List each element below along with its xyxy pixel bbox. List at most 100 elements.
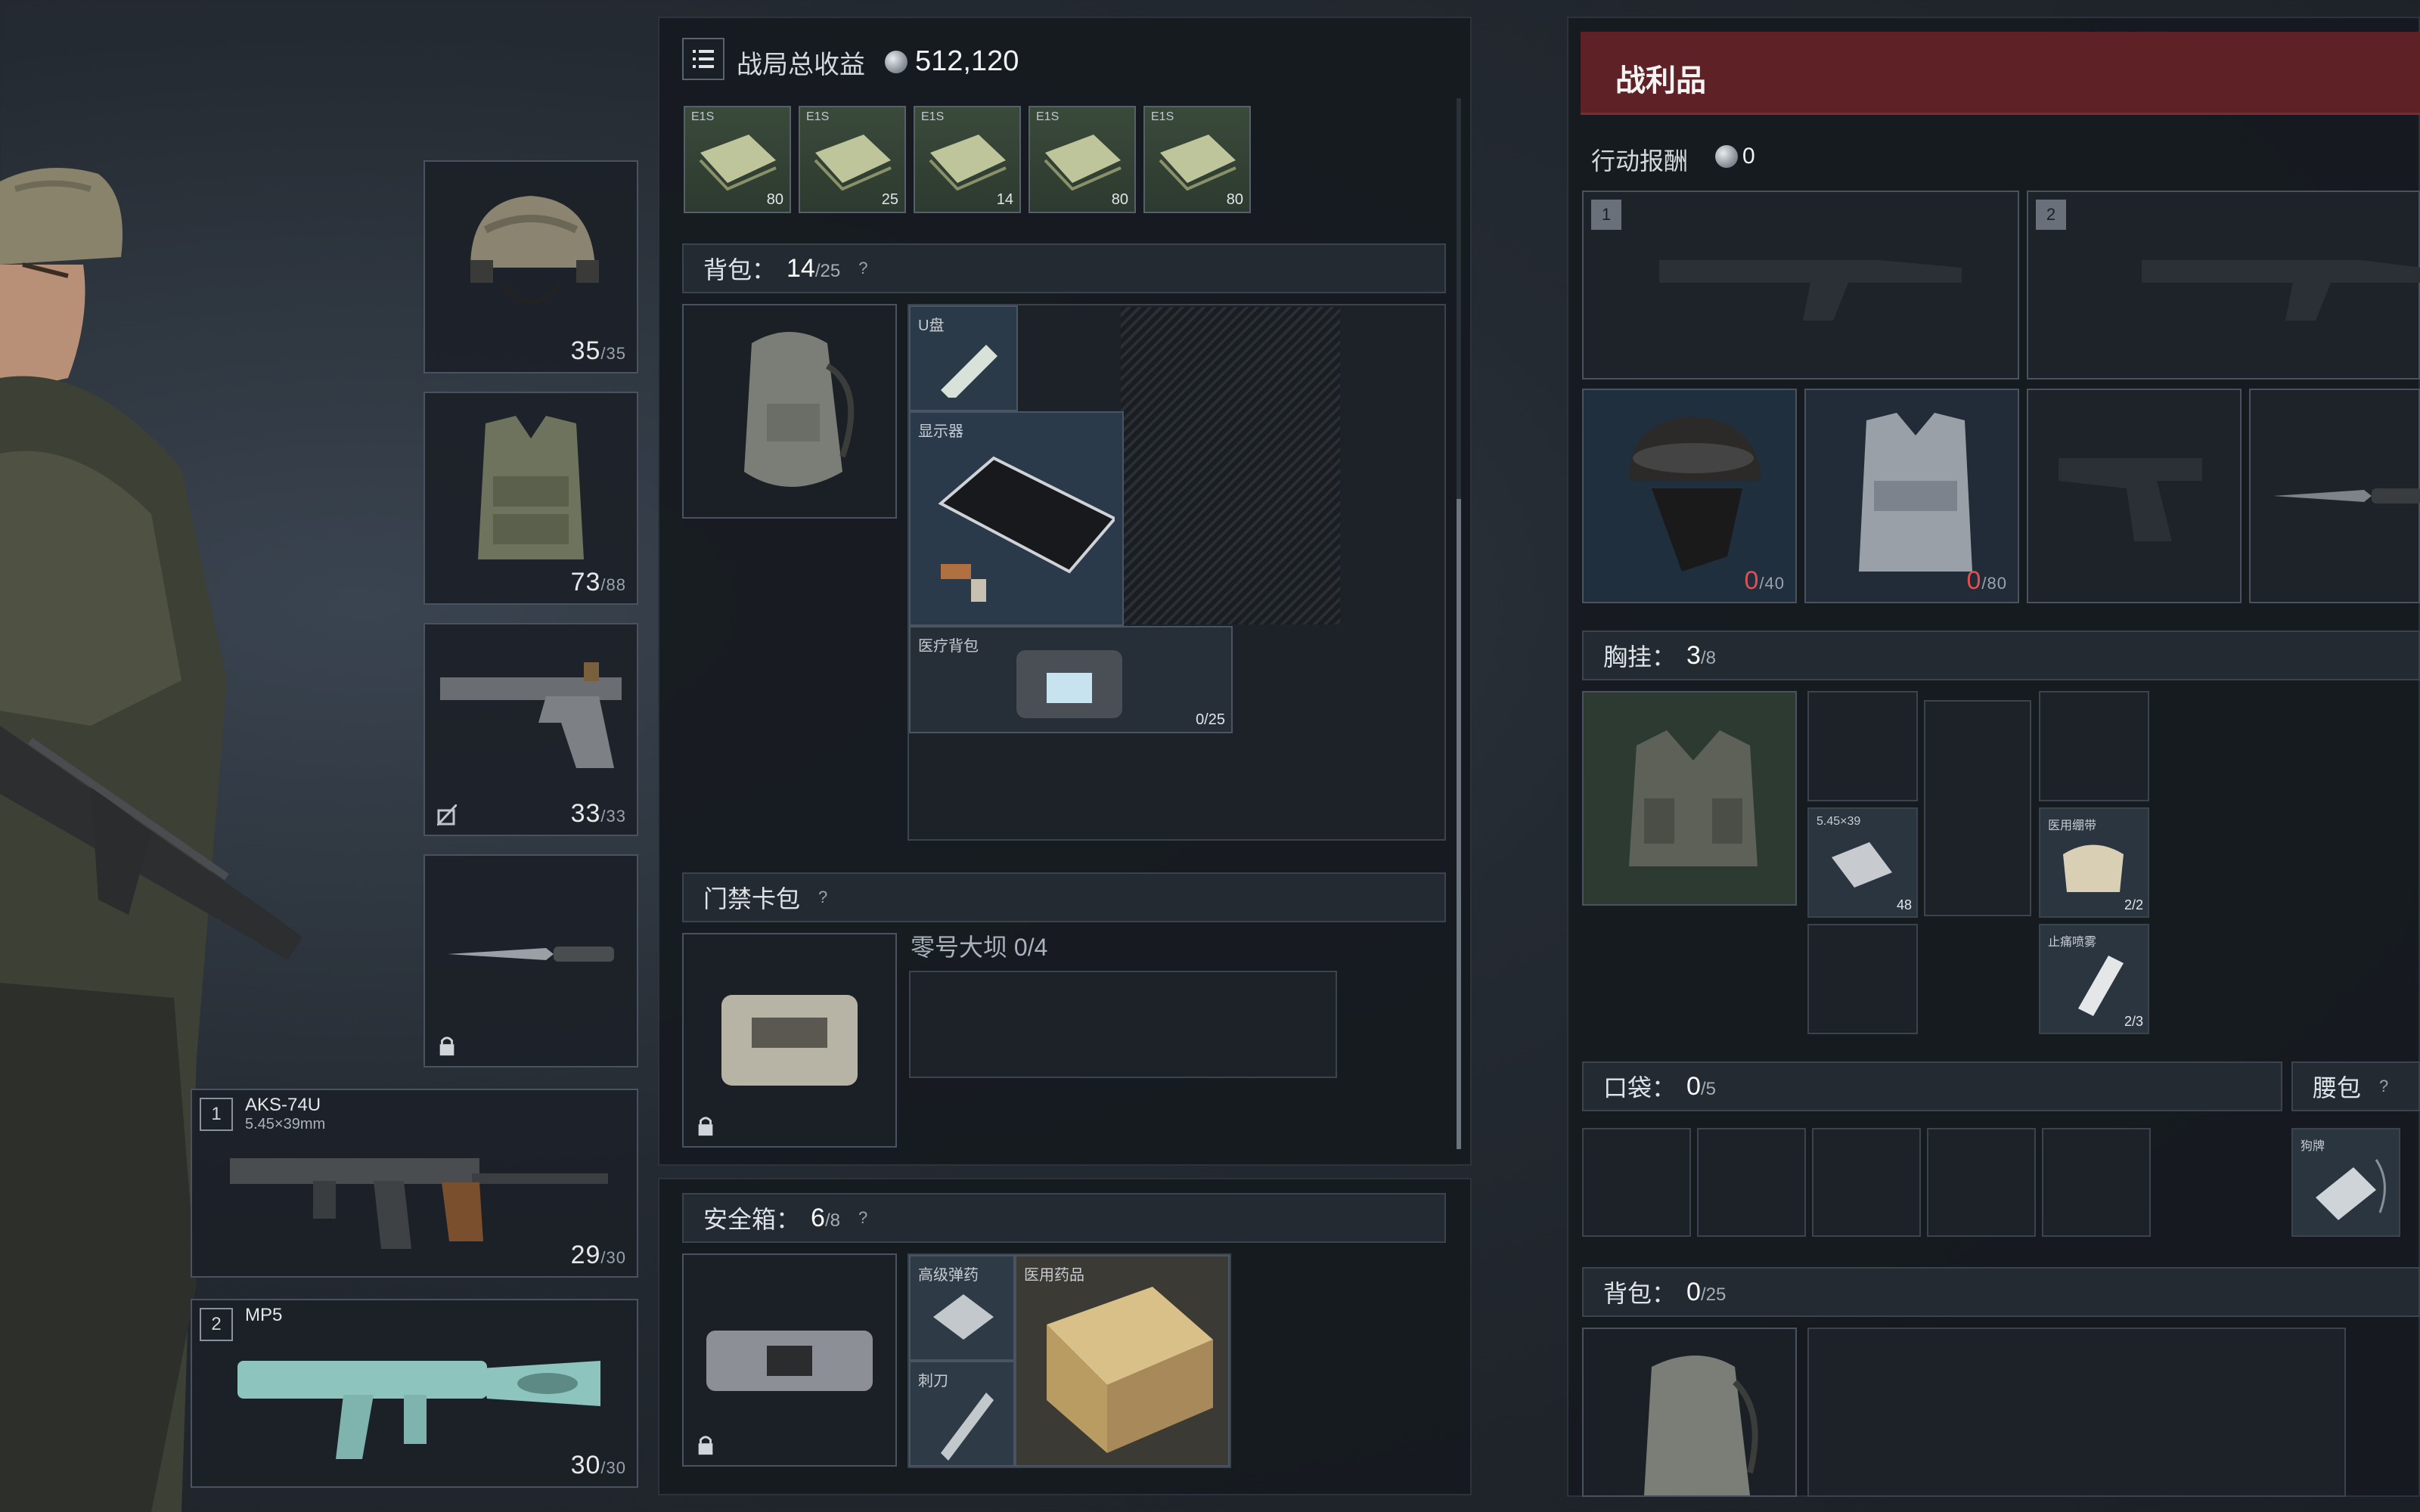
- loot-melee-slot[interactable]: [2249, 389, 2420, 603]
- keycard-map-label: 零号大坝 0/4: [911, 934, 1048, 961]
- monitor-icon: [938, 456, 1115, 602]
- rig-cell[interactable]: 止痛喷雾 2/3: [2039, 924, 2149, 1034]
- smg-icon: [237, 1361, 600, 1459]
- primary-weapon-slot[interactable]: 1 AKS-74U 5.45×39mm 29/30: [191, 1089, 638, 1278]
- rig-cell-tall[interactable]: [1924, 700, 2031, 916]
- keycard-slot[interactable]: [909, 971, 1337, 1078]
- help-icon[interactable]: ?: [818, 888, 827, 907]
- loot-weapon-slot-2[interactable]: 2: [2027, 191, 2420, 380]
- pocket-cell[interactable]: [1697, 1128, 1806, 1237]
- backpack-equip-slot[interactable]: [682, 304, 897, 519]
- weapon-index-badge: 1: [1591, 200, 1621, 230]
- backpack-header[interactable]: 背包： 14/25 ?: [682, 243, 1446, 293]
- usb-item[interactable]: U盘: [909, 305, 1018, 411]
- loot-backpack-header[interactable]: 背包： 0/25: [1582, 1267, 2420, 1317]
- medical-bag-icon: [1016, 650, 1122, 718]
- loot-pistol-slot[interactable]: [2027, 389, 2242, 603]
- body-armor-icon: [478, 416, 584, 559]
- pistol-icon: [440, 662, 622, 768]
- rig-cell[interactable]: 5.45×39 48: [1807, 807, 1918, 918]
- blocked-area: [1121, 307, 1340, 624]
- no-modify-icon: [437, 804, 457, 826]
- knife-icon: [2273, 488, 2420, 503]
- pistol-slot[interactable]: 33/33: [424, 623, 638, 836]
- pockets-header[interactable]: 口袋： 0/5: [1582, 1061, 2282, 1111]
- ammo-item[interactable]: 高级弹药: [909, 1255, 1015, 1361]
- secondary-weapon-slot[interactable]: 2 MP5 30/30: [191, 1299, 638, 1488]
- rig-cell[interactable]: [2039, 691, 2149, 801]
- chest-rig-icon: [1629, 730, 1758, 866]
- safebox-equip-slot[interactable]: [682, 1253, 897, 1467]
- cash-stack-icon: [1044, 135, 1122, 191]
- chest-rig-header[interactable]: 胸挂： 3/8: [1582, 631, 2420, 680]
- cash-stack-icon: [929, 135, 1007, 191]
- pocket-cell[interactable]: [1582, 1128, 1691, 1237]
- secondary-ammo: 30: [570, 1451, 601, 1479]
- medical-bag-item[interactable]: 医疗背包 0/25: [909, 626, 1233, 733]
- armor-durability: 73: [570, 568, 601, 596]
- loot-helmet-durability: 0: [1744, 566, 1760, 595]
- ammo-box-icon: [1832, 842, 1892, 888]
- menu-button[interactable]: [682, 38, 724, 80]
- knife-icon: [448, 947, 614, 962]
- loot-helmet-slot[interactable]: 0/40: [1582, 389, 1797, 603]
- cash-stack-icon: [1159, 135, 1236, 191]
- inventory-scrollbar[interactable]: [1457, 98, 1461, 1149]
- reward-card-value: 80: [1111, 191, 1128, 208]
- safe-case-icon: [706, 1331, 873, 1391]
- loot-weapon-slot-1[interactable]: 1: [1582, 191, 2019, 380]
- reward-card-name: E1S: [691, 110, 715, 123]
- rig-cell[interactable]: [1807, 924, 1918, 1034]
- reward-card-value: 14: [996, 191, 1013, 208]
- body-armor-icon: [1859, 413, 1972, 572]
- reward-card[interactable]: E1S 25: [799, 106, 906, 213]
- keycard-header[interactable]: 门禁卡包 ?: [682, 872, 1446, 922]
- pocket-cell[interactable]: [2042, 1128, 2151, 1237]
- list-icon: [693, 50, 714, 68]
- medical-crate-item[interactable]: 医用药品: [1015, 1255, 1230, 1467]
- monitor-item[interactable]: 显示器: [909, 411, 1124, 626]
- safebox-header[interactable]: 安全箱： 6/8 ?: [682, 1193, 1446, 1243]
- reward-card-name: E1S: [1036, 110, 1060, 123]
- weapon-caliber: 5.45×39mm: [245, 1116, 326, 1132]
- loot-header: 战利品: [1581, 32, 2420, 115]
- loot-armor-slot[interactable]: 0/80: [1804, 389, 2019, 603]
- keycard-case-slot[interactable]: [682, 933, 897, 1148]
- help-icon[interactable]: ?: [2379, 1077, 2388, 1096]
- weapon-index-badge: 1: [200, 1098, 233, 1131]
- bandage-icon: [2063, 844, 2124, 892]
- reward-card-value: 25: [881, 191, 898, 208]
- rig-cell[interactable]: [1807, 691, 1918, 801]
- rifle-placeholder-icon: [2142, 260, 2420, 321]
- pocket-cell[interactable]: [1927, 1128, 2036, 1237]
- melee-slot[interactable]: [424, 854, 638, 1067]
- pocket-cell[interactable]: [1812, 1128, 1921, 1237]
- reward-card[interactable]: E1S 80: [1028, 106, 1136, 213]
- reward-card[interactable]: E1S 14: [914, 106, 1021, 213]
- pouch-header[interactable]: 腰包 ?: [2291, 1061, 2420, 1111]
- bayonet-item[interactable]: 刺刀: [909, 1361, 1015, 1467]
- total-earnings: 512,120: [885, 45, 1019, 78]
- armor-slot[interactable]: 73/88: [424, 392, 638, 605]
- weapon-index-badge: 2: [200, 1308, 233, 1341]
- help-icon[interactable]: ?: [858, 1208, 867, 1228]
- reward-card[interactable]: E1S 80: [684, 106, 791, 213]
- weapon-name: AKS-74U: [245, 1095, 321, 1115]
- lock-icon: [439, 1036, 455, 1056]
- spray-icon: [2078, 956, 2124, 1016]
- help-icon[interactable]: ?: [858, 259, 867, 278]
- mission-reward-value: 0: [1742, 144, 1755, 169]
- loot-chest-rig-slot[interactable]: [1582, 691, 1797, 906]
- rifle-placeholder-icon: [1659, 260, 1962, 321]
- backpack-count: 14: [786, 253, 815, 283]
- keycard-case-icon: [721, 995, 858, 1086]
- primary-ammo: 29: [570, 1241, 601, 1269]
- rig-cell[interactable]: 医用绷带 2/2: [2039, 807, 2149, 918]
- rifle-icon: [230, 1158, 608, 1249]
- loot-backpack-slot[interactable]: [1582, 1328, 1797, 1497]
- helmet-slot[interactable]: 35/35: [424, 160, 638, 373]
- helmet-icon: [470, 196, 599, 304]
- loot-backpack-grid[interactable]: [1807, 1328, 2346, 1497]
- pouch-item-dogtag[interactable]: 狗牌: [2291, 1128, 2400, 1237]
- reward-card[interactable]: E1S 80: [1143, 106, 1251, 213]
